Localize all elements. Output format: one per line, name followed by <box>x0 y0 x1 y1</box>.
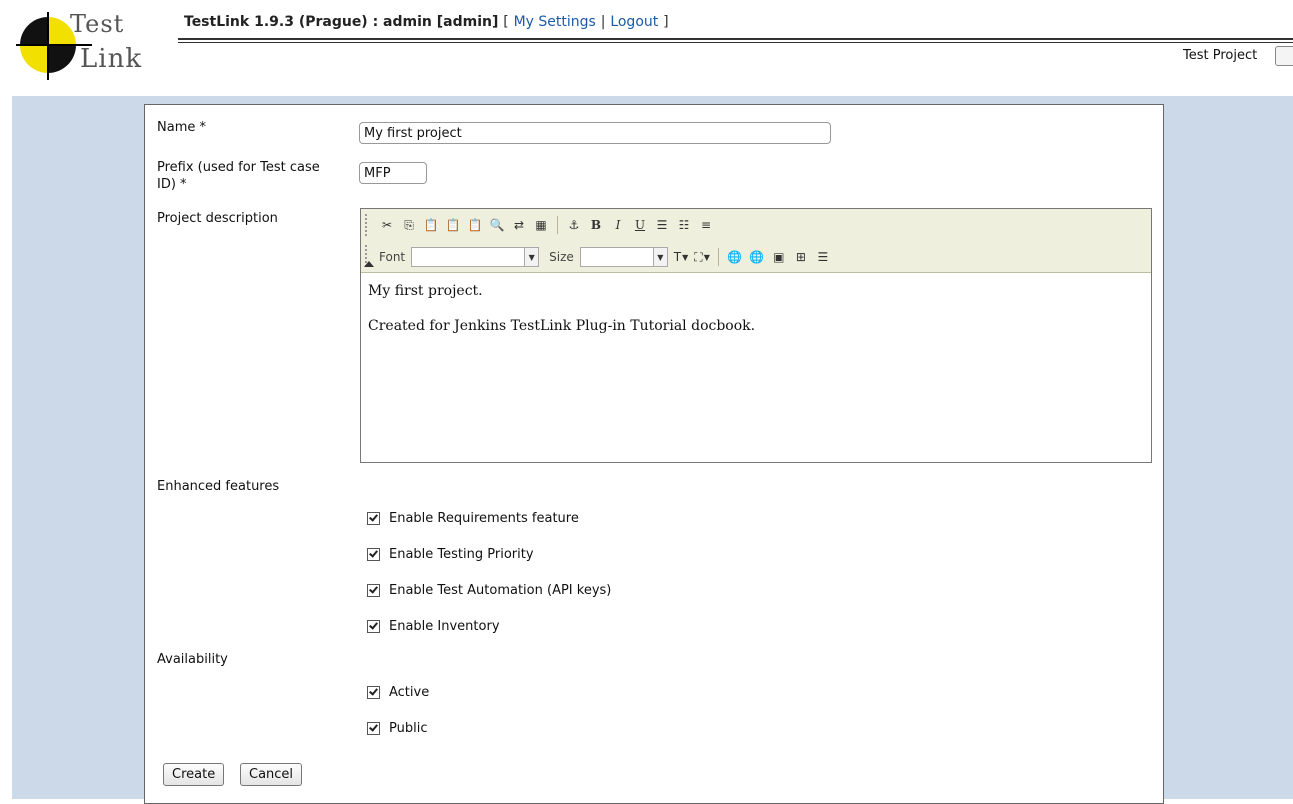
test-automation-checkbox[interactable] <box>367 584 380 597</box>
title-bar: TestLink 1.9.3 (Prague) : admin [admin] … <box>184 14 669 30</box>
testlink-logo[interactable]: Test Link <box>16 8 166 88</box>
size-label: Size <box>549 250 574 264</box>
horizontal-rule-icon[interactable]: ☰ <box>815 249 831 265</box>
enhanced-features-label: Enhanced features <box>157 479 280 494</box>
project-form: Name * Prefix (used for Test case ID) * … <box>144 104 1164 804</box>
find-icon[interactable]: 🔍 <box>489 217 505 233</box>
toolbar-separator <box>557 216 558 234</box>
paste-word-icon[interactable]: 📋 <box>467 217 483 233</box>
inventory-checkbox[interactable] <box>367 620 380 633</box>
paint-bucket-icon: ⛶ <box>694 249 703 264</box>
header-rule-thin <box>178 42 1293 43</box>
chevron-down-icon: ▼ <box>652 248 667 266</box>
toolbar-row-1: ✂ ⎘ 📋 📋 📋 🔍 ⇄ ▦ ⚓ B I U ☰ ☷ ≡ <box>379 213 714 237</box>
anchor-icon[interactable]: ⚓ <box>566 217 582 233</box>
caret-down-icon: ▼ <box>703 252 710 262</box>
requirements-label: Enable Requirements feature <box>389 511 579 526</box>
chevron-down-icon: ▼ <box>524 248 539 266</box>
test-automation-label: Enable Test Automation (API keys) <box>389 583 612 598</box>
app-title: TestLink 1.9.3 (Prague) : admin [admin] <box>184 14 499 30</box>
active-label: Active <box>389 685 430 700</box>
bracket-open: [ <box>503 14 509 30</box>
inventory-row: Enable Inventory <box>367 619 500 634</box>
font-combo[interactable]: ▼ <box>411 247 540 267</box>
logo-text-test: Test <box>70 10 125 38</box>
size-combo[interactable]: ▼ <box>579 247 668 267</box>
testing-priority-row: Enable Testing Priority <box>367 547 534 562</box>
toolbar-row-2: Font ▼ Size ▼ T ▼ ⛶ ▼ 🌐 🌐 ▣ ⊞ ☰ <box>379 245 831 269</box>
test-project-label: Test Project <box>1183 48 1258 63</box>
my-settings-link[interactable]: My Settings <box>514 14 596 30</box>
public-checkbox[interactable] <box>367 722 380 735</box>
requirements-checkbox[interactable] <box>367 512 380 525</box>
project-name-input[interactable] <box>359 122 831 144</box>
underline-button[interactable]: U <box>632 217 648 233</box>
text-color-button[interactable]: T ▼ <box>674 250 689 264</box>
logo-text-link: Link <box>80 44 143 74</box>
editor-toolbar: ✂ ⎘ 📋 📋 📋 🔍 ⇄ ▦ ⚓ B I U ☰ ☷ ≡ Font ▼ Siz… <box>361 209 1151 273</box>
toolbar-separator <box>717 248 719 266</box>
create-button[interactable]: Create <box>163 763 225 786</box>
testing-priority-checkbox[interactable] <box>367 548 380 561</box>
italic-button[interactable]: I <box>610 217 626 233</box>
logout-link[interactable]: Logout <box>610 14 658 30</box>
active-checkbox[interactable] <box>367 686 380 699</box>
name-label: Name * <box>157 120 206 135</box>
bracket-close: ] <box>663 14 669 30</box>
cancel-button[interactable]: Cancel <box>240 763 303 786</box>
prefix-label-line2: ID) * <box>157 177 187 192</box>
availability-label: Availability <box>157 652 228 667</box>
numbered-list-icon[interactable]: ☰ <box>654 217 670 233</box>
paste-text-icon[interactable]: 📋 <box>445 217 461 233</box>
header-rule <box>178 38 1293 40</box>
link-separator: | <box>600 14 606 30</box>
align-left-icon[interactable]: ≡ <box>698 217 714 233</box>
link-icon[interactable]: 🌐 <box>727 249 743 265</box>
select-all-icon[interactable]: ▦ <box>533 217 549 233</box>
editor-paragraph: Created for Jenkins TestLink Plug-in Tut… <box>368 318 756 334</box>
rich-text-editor: ✂ ⎘ 📋 📋 📋 🔍 ⇄ ▦ ⚓ B I U ☰ ☷ ≡ Font ▼ Siz… <box>360 208 1152 463</box>
description-label: Project description <box>157 211 278 226</box>
table-icon[interactable]: ⊞ <box>793 249 809 265</box>
bold-button[interactable]: B <box>588 217 604 233</box>
testing-priority-label: Enable Testing Priority <box>389 547 534 562</box>
public-label: Public <box>389 721 428 736</box>
prefix-label-line1: Prefix (used for Test case <box>157 160 320 175</box>
cut-icon[interactable]: ✂ <box>379 217 395 233</box>
prefix-label: Prefix (used for Test case ID) * <box>157 159 320 193</box>
background-color-button[interactable]: ⛶ ▼ <box>694 250 710 265</box>
logo-crosshair-v <box>47 12 49 80</box>
font-label: Font <box>379 250 406 264</box>
test-project-select[interactable] <box>1275 46 1293 66</box>
inventory-label: Enable Inventory <box>389 619 500 634</box>
public-row: Public <box>367 721 427 736</box>
prefix-input[interactable] <box>359 162 427 184</box>
requirements-feature-row: Enable Requirements feature <box>367 511 579 526</box>
bulleted-list-icon[interactable]: ☷ <box>676 217 692 233</box>
replace-icon[interactable]: ⇄ <box>511 217 527 233</box>
test-automation-row: Enable Test Automation (API keys) <box>367 583 611 598</box>
header: Test Link TestLink 1.9.3 (Prague) : admi… <box>0 0 1293 96</box>
caret-down-icon: ▼ <box>682 252 689 262</box>
text-color-icon: T <box>673 250 682 264</box>
paste-icon[interactable]: 📋 <box>423 217 439 233</box>
editor-content-area[interactable]: My first project. Created for Jenkins Te… <box>361 274 1151 462</box>
image-icon[interactable]: ▣ <box>771 249 787 265</box>
editor-paragraph: My first project. <box>368 283 483 299</box>
active-row: Active <box>367 685 429 700</box>
unlink-icon[interactable]: 🌐 <box>749 249 765 265</box>
copy-icon[interactable]: ⎘ <box>401 217 417 233</box>
collapse-toolbar-icon[interactable] <box>364 261 374 267</box>
toolbar-grip <box>365 214 371 236</box>
